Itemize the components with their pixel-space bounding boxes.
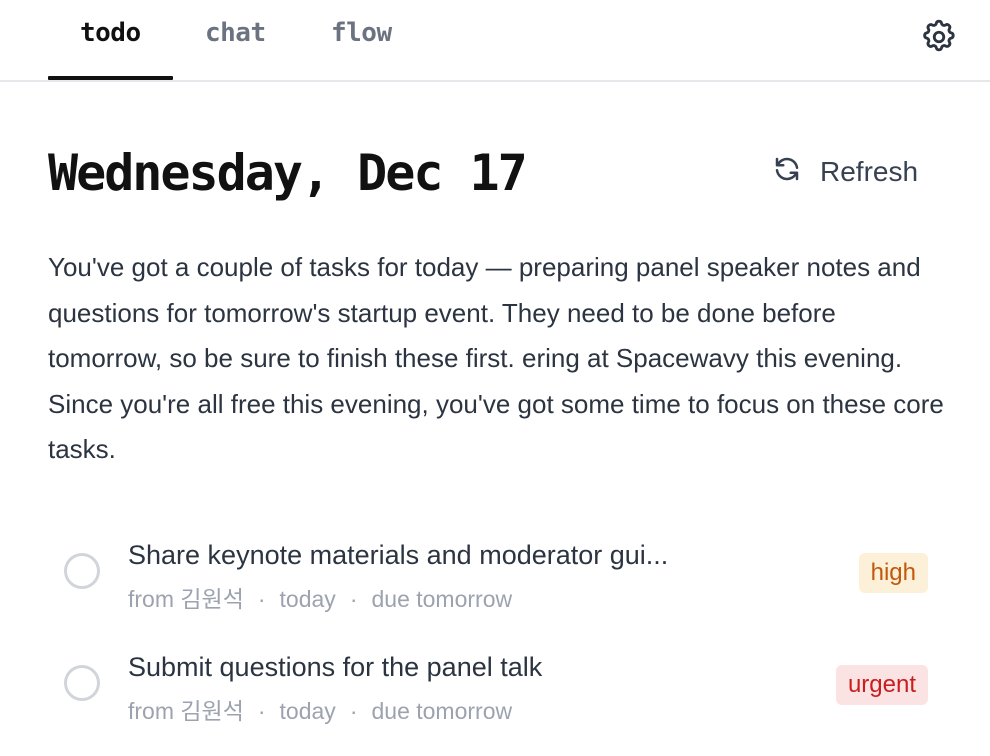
refresh-icon bbox=[772, 154, 802, 191]
refresh-button[interactable]: Refresh bbox=[772, 150, 918, 194]
task-created: today bbox=[279, 586, 336, 612]
task-item: Share keynote materials and moderator gu… bbox=[48, 530, 948, 630]
separator-dot: · bbox=[349, 698, 358, 724]
top-nav: todo chat flow bbox=[0, 0, 990, 82]
task-meta: from 김원석 · today · due tomorrow bbox=[128, 692, 512, 726]
daily-summary: You've got a couple of tasks for today —… bbox=[48, 252, 944, 464]
separator-dot: · bbox=[257, 586, 266, 612]
refresh-label: Refresh bbox=[820, 156, 919, 187]
task-title[interactable]: Share keynote materials and moderator gu… bbox=[128, 540, 668, 571]
priority-badge: high bbox=[858, 553, 928, 593]
task-meta: from 김원석 · today · due tomorrow bbox=[128, 580, 512, 614]
priority-badge: urgent bbox=[835, 665, 928, 705]
active-tab-indicator bbox=[48, 76, 173, 80]
page-title: Wednesday, Dec 17 bbox=[48, 144, 528, 202]
task-due: due tomorrow bbox=[371, 698, 513, 724]
separator-dot: · bbox=[257, 698, 266, 724]
task-from: from 김원석 bbox=[128, 698, 244, 724]
gear-icon[interactable] bbox=[920, 18, 958, 56]
tab-todo[interactable]: todo bbox=[80, 18, 141, 48]
task-checkbox[interactable] bbox=[64, 665, 100, 701]
task-due: due tomorrow bbox=[371, 586, 513, 612]
task-checkbox[interactable] bbox=[64, 553, 100, 589]
tab-chat[interactable]: chat bbox=[205, 18, 266, 48]
task-created: today bbox=[279, 698, 336, 724]
task-title[interactable]: Submit questions for the panel talk bbox=[128, 652, 542, 683]
task-from: from 김원석 bbox=[128, 586, 244, 612]
separator-dot: · bbox=[349, 586, 358, 612]
tab-flow[interactable]: flow bbox=[331, 18, 392, 48]
task-item: Submit questions for the panel talk from… bbox=[48, 642, 948, 742]
